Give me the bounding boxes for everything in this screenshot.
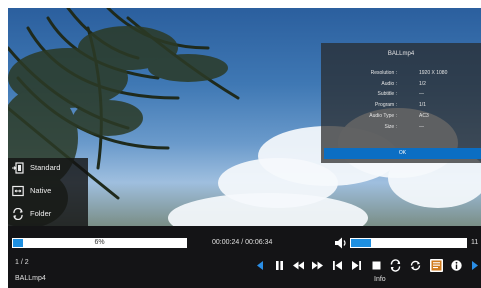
info-button[interactable] <box>430 259 443 272</box>
info-label: Size : <box>384 124 397 130</box>
repeat-icon <box>390 259 401 272</box>
info-value: — <box>419 91 424 97</box>
current-file-name: BALLmp4 <box>15 275 46 282</box>
volume-slider[interactable] <box>350 238 467 248</box>
arrow-left-icon <box>257 261 263 270</box>
player-window: BALLmp4 Resolution : 1920 X 1080 Audio :… <box>0 0 481 288</box>
arrow-right-icon <box>472 261 478 270</box>
page-counter: 1 / 2 <box>15 259 29 266</box>
menu-label: Folder <box>30 209 52 218</box>
info-row-audio-type: Audio Type : AC3 <box>321 113 481 121</box>
volume-slider-fill <box>351 239 371 247</box>
ok-button[interactable]: OK <box>324 148 481 159</box>
info-value: — <box>419 124 424 130</box>
aspect-ratio-icon <box>12 185 24 197</box>
repeat-folder-icon <box>13 208 23 220</box>
menu-item-native[interactable]: Native <box>8 181 88 201</box>
next-button[interactable] <box>350 259 363 272</box>
pause-icon <box>276 261 283 270</box>
menu-item-standard[interactable]: Standard <box>8 158 88 178</box>
rewind-button[interactable] <box>292 259 305 272</box>
info-label: Audio : <box>381 81 397 87</box>
info-row-subtitle: Subtitle : — <box>321 91 481 99</box>
pause-button[interactable] <box>273 259 286 272</box>
menu-label: Standard <box>30 163 61 172</box>
info-label: Subtitle : <box>377 91 397 97</box>
info-row-audio: Audio : 1/2 <box>321 81 481 89</box>
info-row-resolution: Resolution : 1920 X 1080 <box>321 70 481 78</box>
info-document-icon <box>431 260 442 271</box>
info-value: 1920 X 1080 <box>419 70 448 76</box>
sync-icon <box>410 260 421 271</box>
skip-next-icon <box>352 261 361 270</box>
volume-icon[interactable] <box>334 236 348 250</box>
info-value: 1/2 <box>419 81 426 87</box>
info-label: Audio Type : <box>369 113 397 119</box>
info-value: AC3 <box>419 113 429 119</box>
info-label: Program : <box>375 102 397 108</box>
info-row-size: Size : — <box>321 124 481 132</box>
side-menu: Standard Native Folder <box>8 158 88 226</box>
stop-icon <box>372 261 381 270</box>
time-display: 00:00:24 / 00:06:34 <box>212 239 273 246</box>
skip-previous-icon <box>333 261 342 270</box>
menu-item-folder[interactable]: Folder <box>8 204 88 224</box>
previous-button[interactable] <box>331 259 344 272</box>
info-label: Resolution : <box>370 70 397 76</box>
rewind-icon <box>293 261 304 270</box>
progress-percent-label: 6% <box>94 239 105 246</box>
sync-button[interactable] <box>409 259 422 272</box>
picture-mode-icon <box>12 162 24 174</box>
scroll-right-button[interactable] <box>468 259 481 272</box>
info-row-program: Program : 1/1 <box>321 102 481 110</box>
info-value: 1/1 <box>419 102 426 108</box>
stop-button[interactable] <box>370 259 383 272</box>
info-circle-icon <box>451 260 462 271</box>
media-info-panel: BALLmp4 Resolution : 1920 X 1080 Audio :… <box>321 43 481 163</box>
volume-level: 11 <box>471 239 479 246</box>
menu-label: Native <box>30 186 52 195</box>
fast-forward-icon <box>312 261 323 270</box>
info-file-title: BALLmp4 <box>387 51 415 57</box>
details-button[interactable] <box>450 259 463 272</box>
scroll-left-button[interactable] <box>254 259 267 272</box>
repeat-button[interactable] <box>389 259 402 272</box>
selected-button-caption: Info <box>374 276 386 283</box>
fast-forward-button[interactable] <box>311 259 324 272</box>
control-bar <box>8 226 481 288</box>
